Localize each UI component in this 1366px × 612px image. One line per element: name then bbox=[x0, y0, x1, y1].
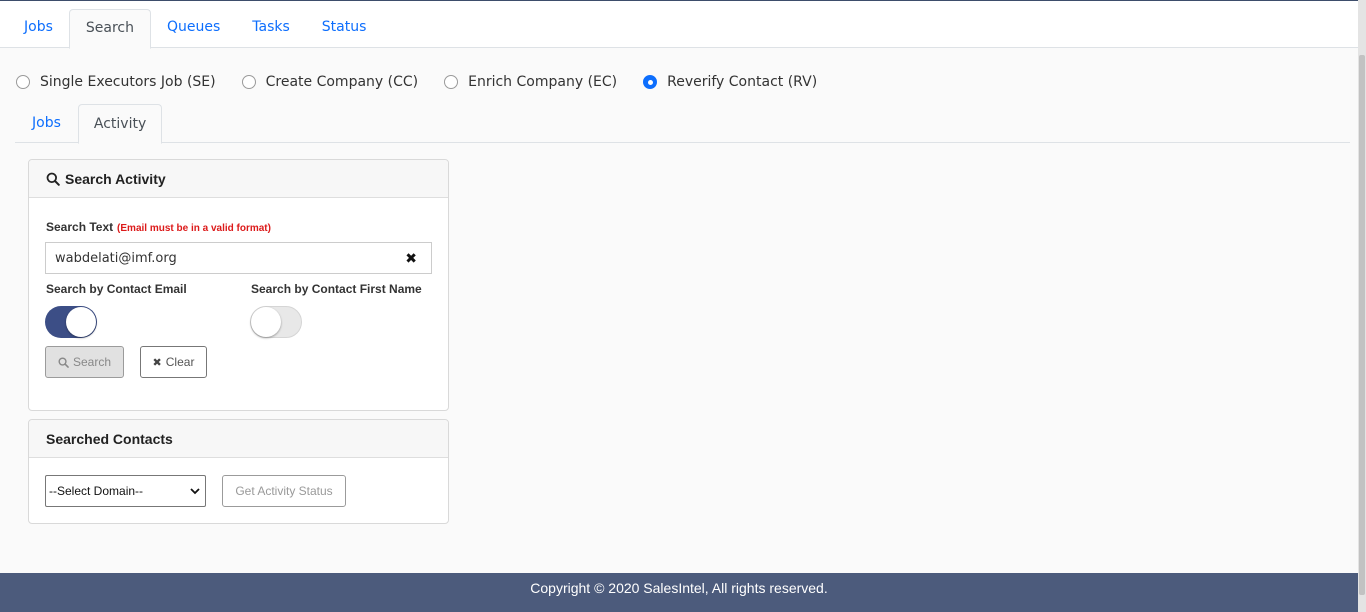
search-icon bbox=[58, 356, 69, 368]
search-activity-card: Search Activity Search Text (Email must … bbox=[28, 159, 449, 411]
searched-contacts-title: Searched Contacts bbox=[46, 430, 173, 447]
search-activity-header: Search Activity bbox=[29, 160, 448, 198]
searched-contacts-header: Searched Contacts bbox=[29, 420, 448, 458]
search-text-label: Search Text bbox=[46, 220, 114, 234]
toggle-first-name-label: Search by Contact First Name bbox=[251, 282, 422, 296]
search-icon bbox=[46, 172, 60, 186]
searched-contacts-card: Searched Contacts --Select Domain-- Get … bbox=[28, 419, 449, 524]
radio-option-ec[interactable]: Enrich Company (EC) bbox=[444, 74, 617, 90]
search-activity-title: Search Activity bbox=[65, 170, 166, 187]
radio-label-se: Single Executors Job (SE) bbox=[40, 74, 216, 90]
subtab-jobs[interactable]: Jobs bbox=[15, 104, 78, 143]
search-input[interactable]: wabdelati@imf.org ✖ bbox=[45, 242, 432, 274]
subtab-activity[interactable]: Activity bbox=[77, 104, 163, 144]
footer: Copyright © 2020 SalesIntel, All rights … bbox=[0, 573, 1358, 612]
radio-option-se[interactable]: Single Executors Job (SE) bbox=[16, 74, 216, 90]
domain-select[interactable]: --Select Domain-- bbox=[45, 475, 206, 507]
radio-rv[interactable] bbox=[643, 75, 658, 89]
radio-option-cc[interactable]: Create Company (CC) bbox=[241, 74, 419, 90]
search-button-label: Search bbox=[72, 355, 112, 369]
clear-button-label: Clear bbox=[165, 355, 195, 369]
scrollbar-thumb[interactable] bbox=[1359, 55, 1365, 595]
close-icon: ✖ bbox=[152, 356, 162, 369]
job-type-radio-group: Single Executors Job (SE) Create Company… bbox=[16, 72, 843, 92]
search-by-first-name-toggle[interactable] bbox=[250, 306, 302, 338]
toggle-knob bbox=[251, 307, 281, 337]
main-nav: Jobs Search Queues Tasks Status bbox=[0, 1, 1358, 49]
radio-label-cc: Create Company (CC) bbox=[265, 74, 419, 90]
search-button[interactable]: Search bbox=[45, 346, 124, 378]
tab-jobs[interactable]: Jobs bbox=[8, 1, 69, 48]
radio-label-rv: Reverify Contact (RV) bbox=[667, 74, 818, 90]
copyright-text: Copyright © 2020 SalesIntel, All rights … bbox=[530, 580, 828, 596]
radio-se[interactable] bbox=[16, 75, 30, 89]
page-scrollbar[interactable] bbox=[1358, 0, 1366, 612]
radio-option-rv[interactable]: Reverify Contact (RV) bbox=[643, 74, 817, 90]
radio-label-ec: Enrich Company (EC) bbox=[468, 74, 618, 90]
chevron-down-icon bbox=[190, 488, 200, 495]
tab-status[interactable]: Status bbox=[306, 1, 383, 48]
search-text-hint: (Email must be in a valid format) bbox=[117, 223, 271, 234]
get-activity-status-button[interactable]: Get Activity Status bbox=[222, 475, 346, 507]
toggle-knob bbox=[66, 307, 96, 337]
sub-nav: Jobs Activity bbox=[15, 104, 1350, 144]
search-text-label-row: Search Text (Email must be in a valid fo… bbox=[46, 218, 271, 234]
clear-input-icon[interactable]: ✖ bbox=[405, 251, 417, 267]
radio-cc[interactable] bbox=[241, 75, 256, 89]
search-by-email-toggle[interactable] bbox=[45, 306, 97, 338]
tab-queues[interactable]: Queues bbox=[151, 1, 236, 48]
clear-button[interactable]: ✖ Clear bbox=[140, 346, 207, 378]
toggle-email-label: Search by Contact Email bbox=[46, 282, 187, 296]
radio-ec[interactable] bbox=[444, 75, 459, 89]
tab-search[interactable]: Search bbox=[68, 9, 151, 49]
search-input-value: wabdelati@imf.org bbox=[55, 250, 177, 266]
domain-select-value: --Select Domain-- bbox=[49, 484, 144, 498]
tab-tasks[interactable]: Tasks bbox=[236, 1, 306, 48]
